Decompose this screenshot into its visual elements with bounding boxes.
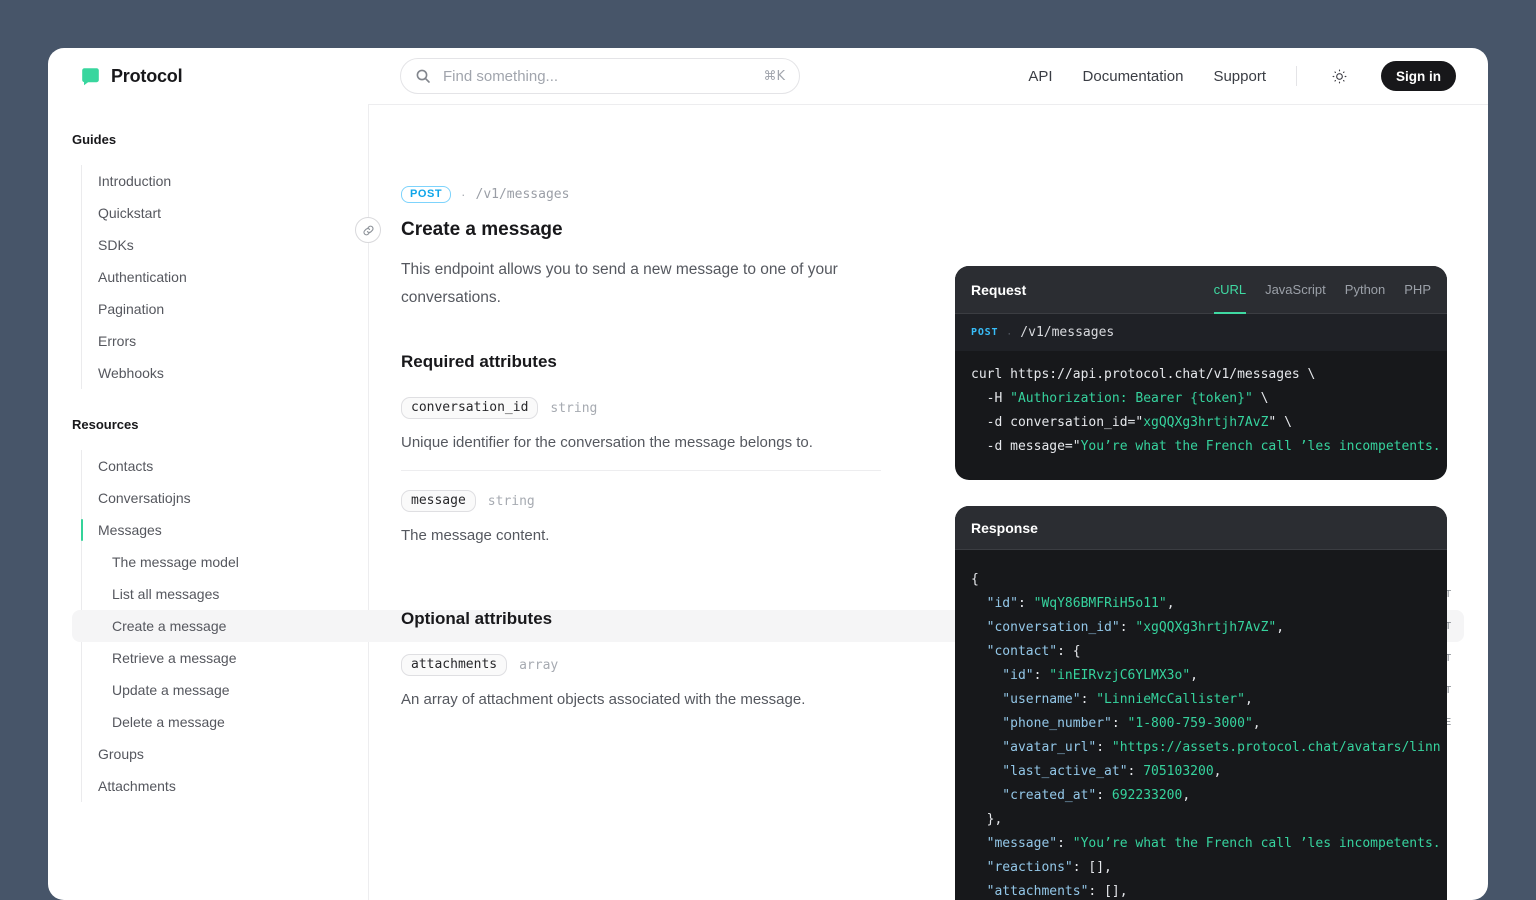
request-separator: · — [1007, 326, 1011, 340]
tab-php[interactable]: PHP — [1404, 266, 1431, 314]
search-input[interactable] — [441, 67, 753, 86]
response-panel: Response { "id": "WqY86BMFRiH5o11", "con… — [955, 506, 1447, 900]
endpoint-path: /v1/messages — [476, 187, 570, 202]
attribute-name: conversation_id — [401, 397, 538, 419]
tab-python[interactable]: Python — [1345, 266, 1385, 314]
attribute-type: string — [488, 494, 535, 509]
request-endpoint-bar: POST · /v1/messages — [955, 314, 1447, 351]
sidebar-item-quickstart[interactable]: Quickstart — [98, 197, 1464, 229]
attribute-name: attachments — [401, 654, 507, 676]
request-code-block: curl https://api.protocol.chat/v1/messag… — [955, 351, 1447, 459]
top-nav: API Documentation Support Sign in — [1028, 48, 1456, 104]
brand-name: Protocol — [111, 66, 182, 87]
attribute-row: conversation_id string — [401, 397, 597, 419]
chat-bubble-icon — [80, 66, 101, 87]
attribute-name: message — [401, 490, 476, 512]
brand-logo[interactable]: Protocol — [80, 48, 182, 104]
sun-icon — [1331, 68, 1348, 85]
nav-link-support[interactable]: Support — [1213, 68, 1266, 85]
language-tabs: cURL JavaScript Python PHP — [1214, 266, 1431, 314]
request-panel-title: Request — [971, 282, 1026, 298]
optional-attributes-heading: Optional attributes — [401, 609, 552, 629]
attribute-type: string — [550, 401, 597, 416]
section-title-guides: Guides — [72, 132, 1464, 148]
nav-divider — [1296, 66, 1297, 86]
attribute-description: The message content. — [401, 527, 549, 544]
request-panel: Request cURL JavaScript Python PHP POST … — [955, 266, 1447, 480]
response-code-block: { "id": "WqY86BMFRiH5o11", "conversation… — [955, 550, 1447, 900]
theme-toggle-button[interactable] — [1327, 64, 1351, 88]
request-panel-header: Request cURL JavaScript Python PHP — [955, 266, 1447, 314]
method-badge-post: POST — [401, 186, 451, 203]
request-path: /v1/messages — [1020, 325, 1114, 340]
attribute-type: array — [519, 658, 558, 673]
search-shortcut: ⌘K — [763, 69, 785, 84]
attribute-divider — [401, 470, 881, 471]
request-method: POST — [971, 327, 998, 338]
link-icon — [362, 224, 375, 237]
endpoint-row: POST · /v1/messages — [401, 186, 569, 203]
tab-curl[interactable]: cURL — [1214, 266, 1247, 314]
nav-link-documentation[interactable]: Documentation — [1083, 68, 1184, 85]
response-panel-title: Response — [971, 520, 1038, 536]
required-attributes-heading: Required attributes — [401, 352, 557, 372]
attribute-row: message string — [401, 490, 535, 512]
page-description: This endpoint allows you to send a new m… — [401, 256, 853, 312]
sign-in-button[interactable]: Sign in — [1381, 61, 1456, 91]
attribute-row: attachments array — [401, 654, 558, 676]
nav-link-api[interactable]: API — [1028, 68, 1052, 85]
attribute-description: Unique identifier for the conversation t… — [401, 434, 813, 451]
search-icon — [415, 68, 431, 84]
anchor-link-button[interactable] — [355, 217, 381, 243]
endpoint-separator: · — [461, 187, 465, 202]
page-title: Create a message — [401, 219, 563, 241]
tab-javascript[interactable]: JavaScript — [1265, 266, 1326, 314]
response-panel-header: Response — [955, 506, 1447, 550]
search-bar[interactable]: ⌘K — [400, 58, 800, 94]
attribute-description: An array of attachment objects associate… — [401, 691, 805, 708]
header-divider — [368, 104, 1488, 105]
app-card: Protocol ⌘K API Documentation Support Si… — [48, 48, 1488, 900]
sidebar-item-introduction[interactable]: Introduction — [98, 165, 1464, 197]
